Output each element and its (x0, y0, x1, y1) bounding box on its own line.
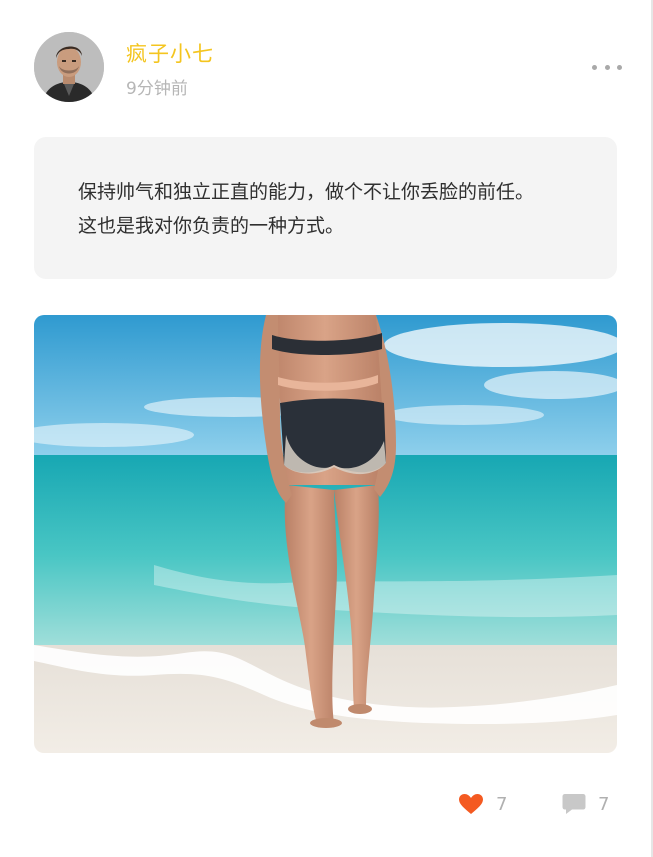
post-text: 保持帅气和独立正直的能力，做个不让你丢脸的前任。 这也是我对你负责的一种方式。 (78, 175, 598, 243)
author-name[interactable]: 疯子小七 (126, 38, 214, 68)
more-dot-icon (617, 64, 622, 70)
more-options-button[interactable] (592, 60, 622, 74)
post-text-line: 保持帅气和独立正直的能力，做个不让你丢脸的前任。 (78, 181, 535, 203)
heart-icon (459, 794, 483, 814)
post-text-card: 保持帅气和独立正直的能力，做个不让你丢脸的前任。 这也是我对你负责的一种方式。 (34, 137, 617, 279)
avatar-image (34, 32, 104, 102)
beach-photo-image (34, 315, 617, 753)
comment-button[interactable]: 7 (562, 793, 609, 815)
post-photo[interactable] (34, 315, 617, 753)
like-count: 7 (496, 793, 508, 815)
more-dot-icon (604, 64, 610, 70)
post-timestamp: 9分钟前 (126, 79, 188, 99)
like-button[interactable]: 7 (458, 793, 507, 815)
comment-count: 7 (598, 793, 610, 815)
post-text-line: 这也是我对你负责的一种方式。 (78, 215, 345, 237)
author-avatar[interactable] (34, 32, 104, 102)
more-dot-icon (592, 64, 597, 70)
comment-icon (562, 794, 586, 814)
